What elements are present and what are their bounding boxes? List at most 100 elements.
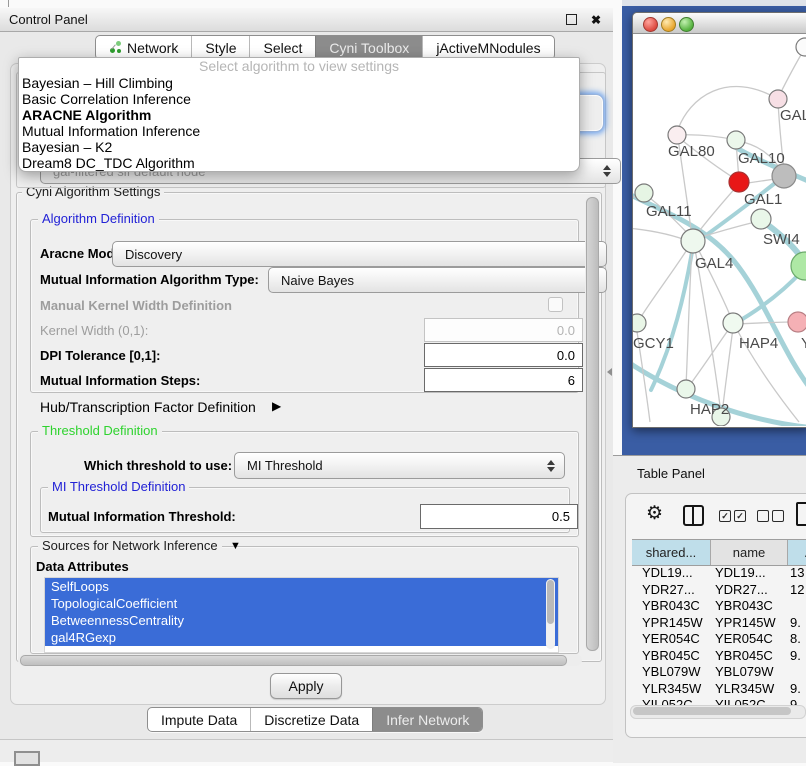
- tab-impute-data-label: Impute Data: [161, 712, 237, 728]
- panel-below-area: [0, 740, 613, 762]
- algorithm-option-mutual-information[interactable]: Mutual Information Inference: [19, 123, 579, 139]
- node-gray: [772, 164, 796, 188]
- table-row[interactable]: YDL19... YDL19... 13: [632, 565, 806, 582]
- algorithm-option-aracne[interactable]: ARACNE Algorithm: [19, 107, 579, 123]
- aracne-mode-combo[interactable]: Discovery: [112, 241, 607, 267]
- table-row[interactable]: YBL079W YBL079W: [632, 664, 806, 681]
- page-icon[interactable]: [796, 502, 806, 526]
- dock-panel-icon[interactable]: [14, 751, 40, 766]
- network-canvas[interactable]: GAL GAL80 GAL10 GAL1 GAL11 SWI4 GAL4 GCY…: [633, 34, 806, 426]
- cell-name: YER054C: [710, 631, 786, 648]
- dpi-tolerance-label: DPI Tolerance [0,1]:: [40, 348, 160, 363]
- algorithm-definition-title: Algorithm Definition: [38, 212, 159, 226]
- algorithm-option-bayesian-hill-climbing[interactable]: Bayesian – Hill Climbing: [19, 75, 579, 91]
- table-panel-title: Table Panel: [637, 466, 705, 481]
- tab-network[interactable]: Network: [96, 36, 191, 59]
- tab-style[interactable]: Style: [191, 36, 249, 59]
- mi-algorithm-type-label: Mutual Information Algorithm Type:: [40, 272, 259, 287]
- tab-jactivemnodules[interactable]: jActiveMNodules: [422, 36, 553, 59]
- node-label: GAL1: [744, 191, 782, 208]
- table-header: shared... name A: [632, 539, 806, 566]
- algorithm-option-bayesian-k2[interactable]: Bayesian – K2: [19, 139, 579, 155]
- mi-steps-label: Mutual Information Steps:: [40, 373, 200, 388]
- node-green-large: [791, 252, 806, 280]
- close-icon[interactable]: ✖: [591, 15, 601, 25]
- settings-vertical-scrollbar[interactable]: [585, 196, 598, 652]
- cell-value: 8.: [786, 631, 806, 648]
- algorithm-popup-prompt: Select algorithm to view settings: [19, 58, 579, 75]
- hub-definition-label[interactable]: Hub/Transcription Factor Definition: [40, 399, 256, 415]
- attributes-list-scrollbar[interactable]: [546, 579, 555, 649]
- dpi-tolerance-field[interactable]: 0.0: [424, 343, 583, 367]
- node-gal11: [635, 184, 653, 202]
- node-gal4: [681, 229, 705, 253]
- expand-right-icon[interactable]: ▶: [272, 399, 281, 413]
- checked-checkbox-icon[interactable]: ✓: [719, 510, 731, 522]
- table-row[interactable]: YER054C YER054C 8.: [632, 631, 806, 648]
- expand-down-icon[interactable]: ▼: [230, 540, 241, 552]
- float-window-icon[interactable]: [566, 14, 577, 25]
- network-view-window[interactable]: GAL GAL80 GAL10 GAL1 GAL11 SWI4 GAL4 GCY…: [632, 12, 806, 428]
- network-window-titlebar[interactable]: [633, 13, 806, 34]
- table-horizontal-scrollbar[interactable]: [630, 705, 806, 719]
- cell-name: YDL19...: [710, 565, 786, 582]
- tab-select[interactable]: Select: [249, 36, 315, 59]
- table-row[interactable]: YLR345W YLR345W 9.: [632, 681, 806, 698]
- data-attributes-list[interactable]: SelfLoops TopologicalCoefficient Between…: [44, 577, 559, 653]
- table-panel: ⚙ ✓ ✓ shared... name A YDL19... YDL19...…: [625, 493, 806, 738]
- tab-infer-network[interactable]: Infer Network: [372, 708, 482, 731]
- cell-value: [786, 664, 806, 681]
- scrollbar-thumb[interactable]: [586, 197, 599, 651]
- tab-impute-data[interactable]: Impute Data: [148, 708, 250, 731]
- cell-name: YBR045C: [710, 648, 786, 665]
- checked-checkbox-icon[interactable]: ✓: [734, 510, 746, 522]
- attribute-gal4rgexp[interactable]: gal4RGexp: [45, 629, 558, 646]
- kernel-width-field[interactable]: 0.0: [424, 318, 583, 342]
- algorithm-option-dream8[interactable]: Dream8 DC_TDC Algorithm: [19, 155, 579, 171]
- node-hap2: [677, 380, 695, 398]
- splitter-grip-icon[interactable]: [607, 368, 612, 376]
- attribute-selfloops[interactable]: SelfLoops: [45, 578, 558, 595]
- table-rows: YDL19... YDL19... 13 YDR27... YDR27... 1…: [632, 565, 806, 714]
- manual-kernel-width-checkbox[interactable]: [548, 297, 563, 312]
- algorithm-option-basic-correlation[interactable]: Basic Correlation Inference: [19, 91, 579, 107]
- tab-discretize-data[interactable]: Discretize Data: [250, 708, 372, 731]
- node-swi4: [751, 209, 771, 229]
- column-header-name[interactable]: name: [711, 540, 788, 565]
- apply-button[interactable]: Apply: [270, 673, 342, 699]
- tab-select-label: Select: [263, 40, 302, 56]
- data-attributes-label: Data Attributes: [36, 559, 129, 574]
- settings-horizontal-scrollbar[interactable]: [18, 654, 582, 666]
- panel-splitter[interactable]: [613, 0, 622, 455]
- node-label: GCY1: [633, 335, 674, 352]
- cell-value: 12: [786, 582, 806, 599]
- node-label: GAL80: [668, 143, 715, 160]
- scrollbar-thumb[interactable]: [633, 707, 791, 715]
- column-layout-icon[interactable]: [683, 505, 704, 526]
- zoom-traffic-light-icon[interactable]: [679, 17, 694, 32]
- attribute-topologicalcoefficient[interactable]: TopologicalCoefficient: [45, 595, 558, 612]
- table-row[interactable]: YBR045C YBR045C 9.: [632, 648, 806, 665]
- unchecked-checkbox-icon[interactable]: [772, 510, 784, 522]
- which-threshold-combo[interactable]: MI Threshold: [234, 452, 565, 479]
- node-pink-right: [788, 312, 806, 332]
- column-header-partial[interactable]: A: [788, 540, 806, 565]
- attribute-betweennesscentrality[interactable]: BetweennessCentrality: [45, 612, 558, 629]
- mi-threshold-field[interactable]: 0.5: [420, 504, 578, 529]
- column-header-shared[interactable]: shared...: [632, 540, 711, 565]
- unchecked-checkbox-icon[interactable]: [757, 510, 769, 522]
- mi-steps-field[interactable]: 6: [424, 368, 583, 392]
- scrollbar-thumb[interactable]: [20, 655, 567, 666]
- close-traffic-light-icon[interactable]: [643, 17, 658, 32]
- table-row[interactable]: YBR043C YBR043C: [632, 598, 806, 615]
- table-row[interactable]: YPR145W YPR145W 9.: [632, 615, 806, 632]
- table-row[interactable]: YDR27... YDR27... 12: [632, 582, 806, 599]
- tab-cyni-toolbox[interactable]: Cyni Toolbox: [315, 36, 422, 59]
- mi-algorithm-type-combo[interactable]: Naive Bayes: [268, 267, 607, 293]
- mi-steps-value: 6: [568, 373, 575, 388]
- gear-icon[interactable]: ⚙: [646, 502, 663, 525]
- scrollbar-thumb[interactable]: [547, 580, 554, 624]
- cell-value: [786, 598, 806, 615]
- minimize-traffic-light-icon[interactable]: [661, 17, 676, 32]
- cell-value: 9.: [786, 648, 806, 665]
